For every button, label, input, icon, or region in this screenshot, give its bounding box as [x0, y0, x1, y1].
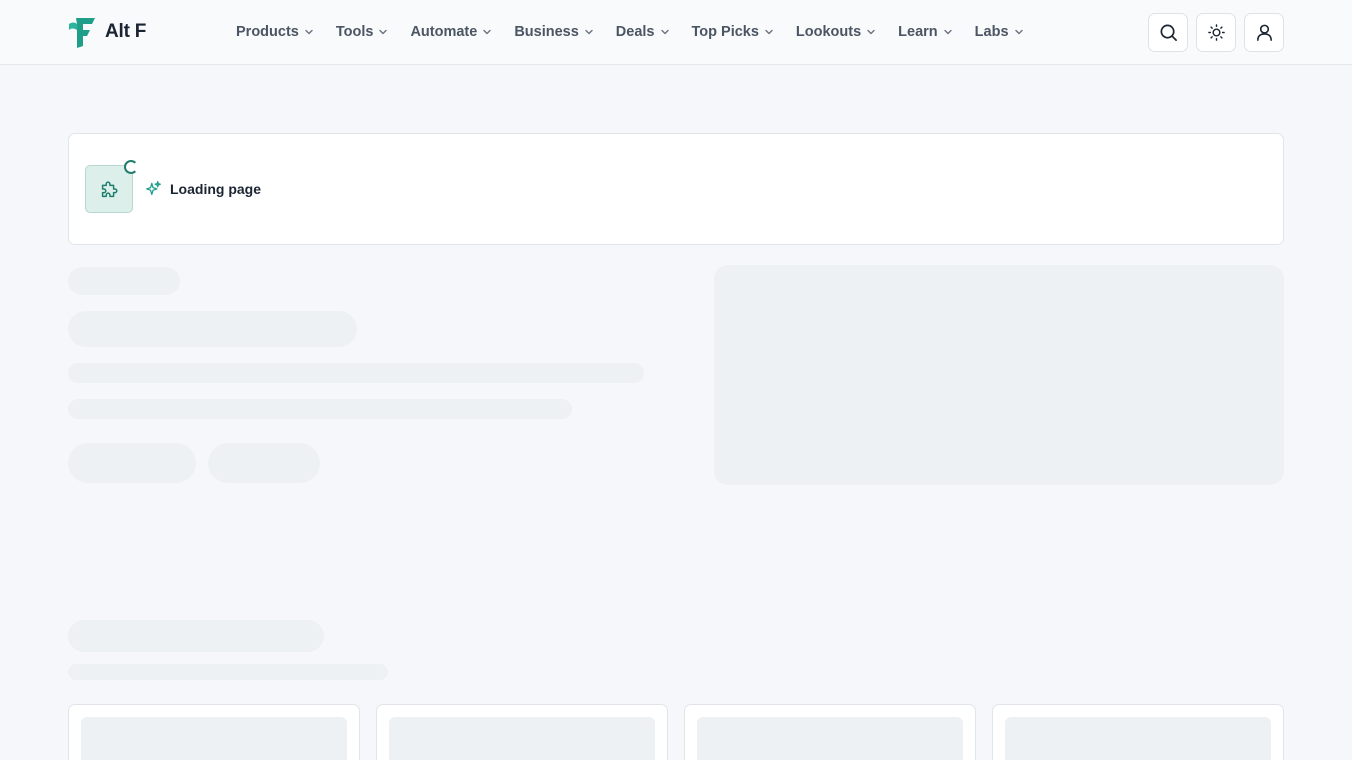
loading-label: Loading page [170, 180, 261, 197]
loading-card: Loading page [68, 133, 1284, 245]
chevron-down-icon [305, 29, 313, 35]
nav-item-label: Tools [335, 24, 374, 40]
skeleton-title [68, 311, 357, 347]
skeleton-section-subtitle [68, 664, 388, 680]
search-icon [1160, 24, 1177, 41]
skeleton-hero-image [714, 265, 1284, 485]
skeleton-section-title [68, 620, 324, 652]
chevron-down-icon [483, 29, 492, 35]
nav-item-products[interactable]: Products [236, 24, 314, 40]
loading-spinner [124, 160, 138, 174]
skeleton-card [376, 704, 668, 760]
top-header: Alt F Products Tools Automate Business Deals… [0, 0, 1352, 65]
skeleton-card [68, 704, 360, 760]
nav-item-automate[interactable]: Automate [410, 24, 492, 40]
nav-item-label: Top Picks [691, 24, 759, 40]
nav-item-deals[interactable]: Deals [616, 24, 670, 40]
chevron-down-icon [1014, 29, 1023, 35]
chevron-down-icon [943, 29, 952, 35]
sparkle-icon [146, 181, 161, 196]
chevron-down-icon [660, 29, 669, 35]
nav-item-label: Products [236, 24, 299, 40]
nav-item-label: Deals [615, 24, 655, 40]
theme-toggle-button[interactable] [1196, 13, 1236, 52]
skeleton-badge [68, 267, 180, 295]
skeleton-card-image [697, 717, 963, 760]
nav-item-labs[interactable]: Labs [975, 24, 1024, 40]
account-button[interactable] [1244, 13, 1284, 52]
sun-icon [1207, 24, 1225, 41]
nav-item-label: Automate [410, 24, 478, 40]
chevron-down-icon [867, 29, 875, 35]
nav-item-learn[interactable]: Learn [898, 24, 953, 40]
search-button[interactable] [1148, 13, 1188, 52]
chevron-down-icon [585, 29, 593, 35]
brand-logo-link[interactable]: Alt F [68, 16, 146, 48]
skeleton-button [208, 443, 320, 483]
brand-logo-icon [69, 18, 95, 48]
user-icon [1256, 24, 1272, 41]
skeleton-card [992, 704, 1284, 760]
skeleton-card-image [389, 717, 655, 760]
nav-item-label: Labs [974, 24, 1009, 40]
nav-item-top-picks[interactable]: Top Picks [692, 24, 774, 40]
main-nav: Products Tools Automate Business Deals Top Pi… [236, 20, 1046, 44]
chevron-down-icon [765, 29, 773, 35]
nav-item-tools[interactable]: Tools [336, 24, 389, 40]
skeleton-card-image [81, 717, 347, 760]
nav-item-label: Learn [898, 24, 938, 40]
skeleton-text-line [68, 363, 644, 383]
plugin-icon-box [85, 160, 138, 213]
skeleton-card [684, 704, 976, 760]
skeleton-text-line [68, 399, 572, 419]
skeleton-card-image [1005, 717, 1271, 760]
nav-item-label: Lookouts [795, 24, 862, 40]
nav-item-label: Business [514, 24, 579, 40]
nav-item-business[interactable]: Business [514, 24, 593, 40]
puzzle-icon [101, 181, 118, 198]
nav-item-lookouts[interactable]: Lookouts [796, 24, 876, 40]
chevron-down-icon [379, 29, 388, 35]
brand-name: Alt F [105, 21, 147, 42]
loading-status: Loading page [145, 180, 261, 197]
skeleton-button [68, 443, 196, 483]
